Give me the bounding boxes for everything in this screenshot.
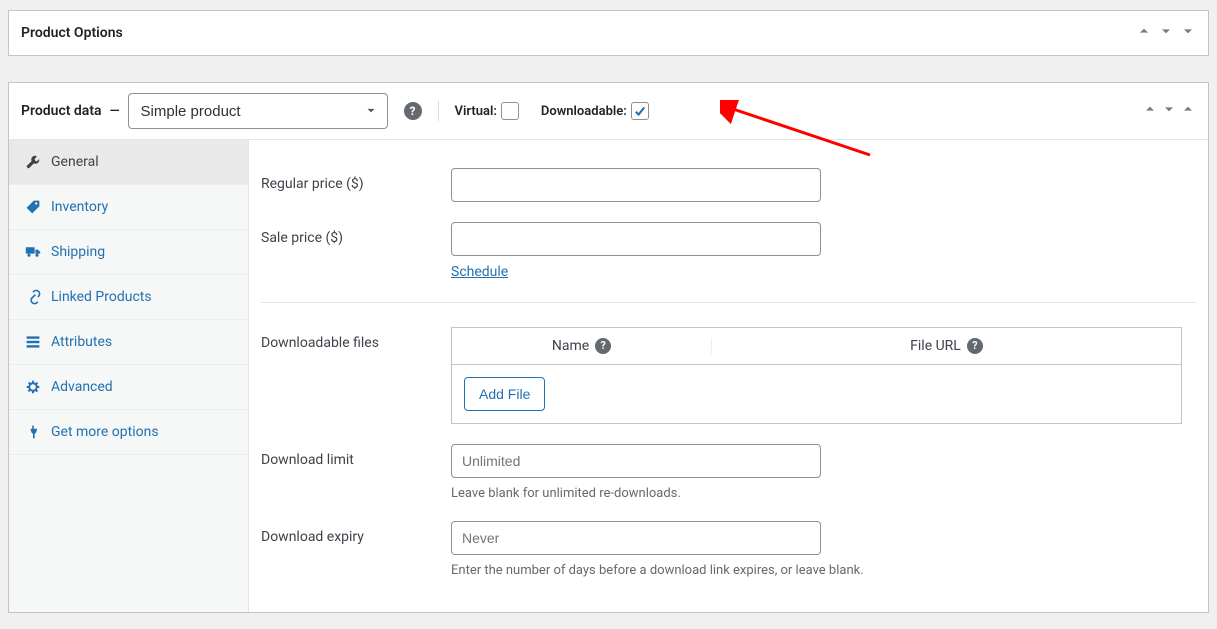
tab-linked-products[interactable]: Linked Products — [9, 275, 248, 320]
help-icon[interactable]: ? — [404, 102, 422, 120]
panel-move-down-icon[interactable] — [1161, 106, 1177, 121]
list-icon — [25, 334, 41, 350]
download-expiry-help: Enter the number of days before a downlo… — [451, 563, 1196, 578]
tab-advanced-label: Advanced — [51, 379, 113, 395]
downloadable-checkbox[interactable] — [631, 102, 649, 120]
link-icon — [25, 289, 41, 305]
column-name-header: Name — [552, 338, 589, 354]
product-data-tabs: General Inventory Shipping Linked Produc… — [9, 140, 249, 612]
download-limit-input[interactable] — [451, 444, 821, 478]
panel-move-down-icon[interactable] — [1158, 23, 1174, 43]
virtual-checkbox[interactable] — [501, 102, 519, 120]
gear-icon — [25, 379, 41, 395]
regular-price-label: Regular price ($) — [261, 168, 451, 192]
column-file-url-header: File URL — [910, 338, 961, 354]
sale-price-label: Sale price ($) — [261, 222, 451, 246]
downloadable-files-label: Downloadable files — [261, 327, 451, 351]
product-options-panel: Product Options — [8, 10, 1209, 56]
checkmark-icon — [633, 104, 647, 118]
virtual-label: Virtual: — [455, 104, 497, 119]
panel-toggle-icon[interactable] — [1180, 106, 1196, 121]
separator-dash: — — [110, 104, 120, 119]
vertical-separator — [438, 101, 439, 121]
product-options-title: Product Options — [21, 25, 123, 41]
tab-get-more-label: Get more options — [51, 424, 159, 440]
product-data-panel: Product data — Simple product ? Virtual:… — [8, 82, 1209, 613]
panel-move-up-icon[interactable] — [1142, 106, 1158, 121]
general-tab-content: Regular price ($) Sale price ($) Schedul… — [249, 140, 1208, 612]
plug-icon — [25, 424, 41, 440]
help-icon[interactable]: ? — [595, 338, 611, 354]
tag-icon — [25, 199, 41, 215]
truck-icon — [25, 244, 41, 260]
panel-move-up-icon[interactable] — [1136, 23, 1152, 43]
tab-advanced[interactable]: Advanced — [9, 365, 248, 410]
help-icon[interactable]: ? — [967, 338, 983, 354]
tab-shipping-label: Shipping — [51, 244, 105, 260]
sale-price-input[interactable] — [451, 222, 821, 256]
downloadable-label: Downloadable: — [541, 104, 627, 119]
tab-get-more-options[interactable]: Get more options — [9, 410, 248, 455]
tab-attributes-label: Attributes — [51, 334, 112, 350]
panel-toggle-icon[interactable] — [1180, 23, 1196, 43]
download-expiry-label: Download expiry — [261, 521, 451, 545]
tab-attributes[interactable]: Attributes — [9, 320, 248, 365]
product-data-title: Product data — [21, 103, 102, 119]
download-limit-label: Download limit — [261, 444, 451, 468]
product-type-select[interactable]: Simple product — [128, 93, 388, 129]
downloadable-files-table: Name ? File URL ? Add File — [451, 327, 1182, 424]
schedule-link[interactable]: Schedule — [451, 264, 508, 280]
add-file-button[interactable]: Add File — [464, 377, 545, 411]
tab-inventory-label: Inventory — [51, 199, 108, 215]
wrench-icon — [25, 154, 41, 170]
product-type-select-wrap: Simple product — [128, 93, 388, 129]
download-expiry-input[interactable] — [451, 521, 821, 555]
download-limit-help: Leave blank for unlimited re-downloads. — [451, 486, 1196, 501]
tab-linked-label: Linked Products — [51, 289, 152, 305]
tab-inventory[interactable]: Inventory — [9, 185, 248, 230]
regular-price-input[interactable] — [451, 168, 821, 202]
tab-general[interactable]: General — [9, 140, 248, 185]
tab-general-label: General — [51, 154, 99, 170]
tab-shipping[interactable]: Shipping — [9, 230, 248, 275]
